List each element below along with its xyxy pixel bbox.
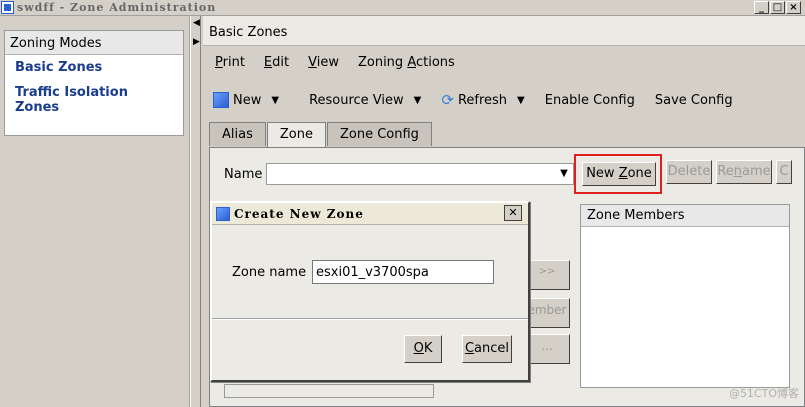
panel-splitter[interactable]: ◀ ▶: [190, 16, 201, 407]
menu-edit[interactable]: Edit: [252, 52, 296, 74]
chevron-down-icon[interactable]: ▼: [414, 95, 422, 106]
minimize-button[interactable]: _: [754, 1, 769, 14]
close-icon[interactable]: ✕: [504, 205, 522, 221]
clone-button[interactable]: C: [776, 160, 792, 184]
refresh-button[interactable]: ⟳ Refresh ▼: [431, 87, 534, 113]
ok-button[interactable]: OK: [404, 335, 442, 363]
enable-config-label: Enable Config: [544, 92, 635, 108]
zoning-modes-header: Zoning Modes: [5, 31, 183, 55]
menu-print[interactable]: Print: [203, 52, 252, 74]
zone-members-panel: Zone Members: [580, 204, 790, 388]
refresh-label: Refresh: [457, 92, 508, 108]
save-config-button[interactable]: Save Config: [645, 87, 743, 113]
collapse-left-icon[interactable]: ◀: [193, 19, 200, 28]
name-label: Name: [224, 167, 263, 182]
resource-view-button[interactable]: Resource View ▼: [299, 87, 431, 113]
add-member-arrow-button[interactable]: >>: [524, 260, 570, 290]
add-member-button[interactable]: ember: [524, 298, 570, 328]
close-button[interactable]: ×: [786, 1, 801, 14]
maximize-button[interactable]: □: [770, 1, 785, 14]
dialog-title: Create New Zone: [234, 206, 364, 221]
menubar: Print Edit View Zoning Actions: [203, 52, 462, 74]
resource-view-label: Resource View: [309, 92, 404, 108]
zone-name-input[interactable]: [312, 260, 494, 284]
toolbar: New ▼ Resource View ▼ ⟳ Refresh ▼ Enable…: [203, 86, 805, 114]
dialog-app-icon: [216, 206, 230, 221]
refresh-icon: ⟳: [441, 91, 454, 109]
zone-name-combo[interactable]: ▼: [266, 163, 574, 185]
tab-strip: Alias Zone Zone Config: [209, 122, 433, 148]
tab-zone[interactable]: Zone: [266, 122, 326, 148]
chevron-down-icon[interactable]: ▼: [271, 95, 279, 106]
menu-zoning-actions[interactable]: Zoning Actions: [346, 52, 462, 74]
new-zone-highlight: New Zone: [574, 154, 662, 194]
window-titlebar: swdff - Zone Administration _ □ ×: [0, 0, 805, 16]
dialog-separator: [212, 318, 528, 320]
expand-right-icon[interactable]: ▶: [193, 38, 200, 47]
delete-button[interactable]: Delete: [666, 160, 712, 184]
more-options-button[interactable]: ...: [524, 334, 570, 364]
enable-config-button[interactable]: Enable Config: [535, 87, 645, 113]
basic-zones-title: Basic Zones: [203, 16, 805, 46]
menu-view[interactable]: View: [296, 52, 346, 74]
cancel-button[interactable]: Cancel: [462, 335, 512, 363]
watermark: @51CTO博客: [728, 387, 799, 400]
bottom-list-edge: [224, 384, 434, 398]
tab-zone-config[interactable]: Zone Config: [326, 122, 432, 146]
new-button[interactable]: New ▼: [203, 87, 289, 113]
window-title: swdff - Zone Administration: [17, 1, 217, 14]
dialog-titlebar: Create New Zone ✕: [212, 203, 528, 225]
zone-members-header: Zone Members: [581, 205, 789, 227]
new-zone-button[interactable]: New Zone: [582, 162, 656, 186]
save-config-label: Save Config: [654, 92, 733, 108]
zoning-modes-panel: Zoning Modes Basic Zones Traffic Isolati…: [0, 16, 190, 407]
zone-name-label: Zone name: [232, 265, 307, 280]
new-label: New: [233, 92, 262, 108]
new-icon: [213, 92, 229, 108]
basic-zones-link[interactable]: Basic Zones: [5, 55, 183, 80]
zoning-modes-box: Zoning Modes Basic Zones Traffic Isolati…: [4, 30, 184, 136]
traffic-isolation-zones-link[interactable]: Traffic Isolation Zones: [5, 80, 183, 120]
window-controls: _ □ ×: [754, 1, 801, 14]
rename-button[interactable]: Rename: [716, 160, 772, 184]
create-new-zone-dialog: Create New Zone ✕ Zone name OK Cancel: [210, 201, 530, 382]
chevron-down-icon[interactable]: ▼: [555, 164, 573, 184]
chevron-down-icon[interactable]: ▼: [517, 95, 525, 106]
tab-alias[interactable]: Alias: [209, 122, 266, 146]
app-icon: [1, 1, 14, 14]
